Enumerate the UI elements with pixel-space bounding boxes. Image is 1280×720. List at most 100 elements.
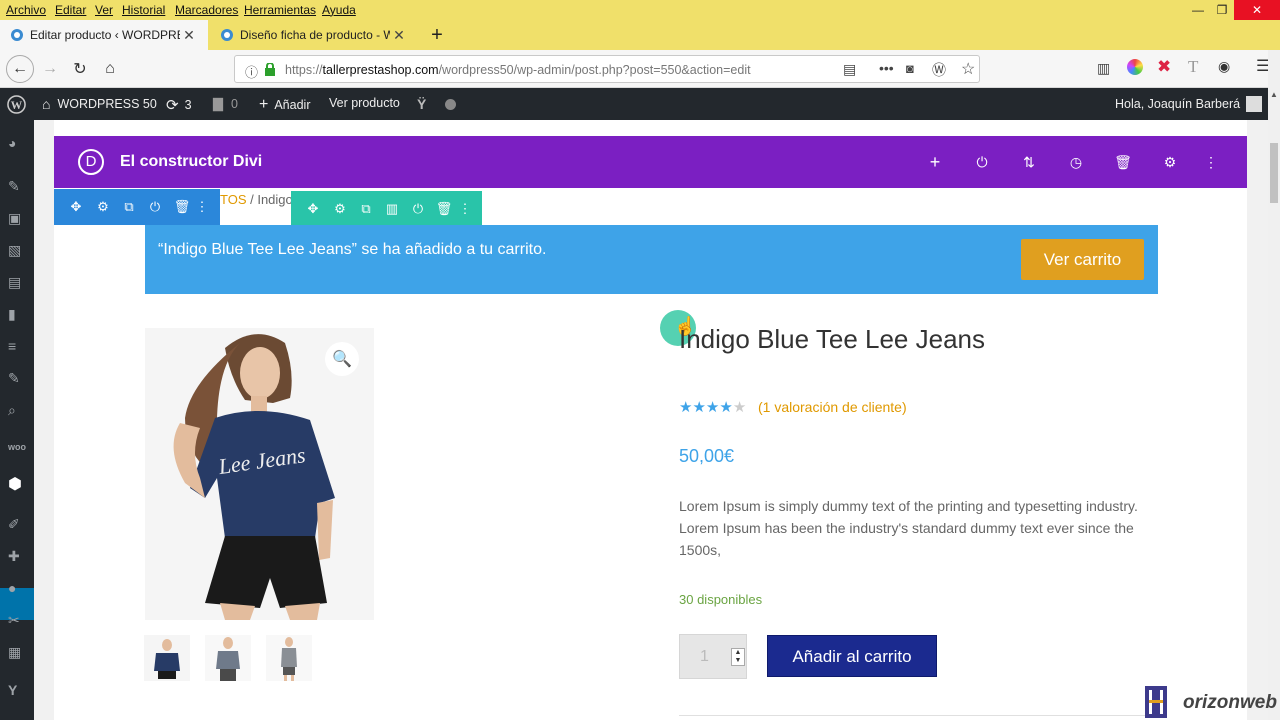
posts-pin-icon[interactable]: ✎ [8, 178, 26, 196]
tools-icon[interactable]: ✂ [8, 612, 26, 630]
product-thumbnail-3[interactable] [266, 635, 312, 681]
view-product-link[interactable]: Ver producto [329, 96, 400, 110]
bookmark-star-icon[interactable]: ☆ [961, 59, 975, 79]
product-thumbnail-2[interactable] [205, 635, 251, 681]
pocket-icon[interactable]: ◙ [906, 61, 914, 76]
quantity-input[interactable]: 1 ▲ ▼ [679, 634, 747, 679]
settings-gear-icon[interactable]: ⚙ [332, 201, 348, 217]
menu-archivo[interactable]: Archivo [6, 3, 46, 17]
tab-close-icon[interactable]: ✕ [390, 27, 408, 44]
info-icon[interactable]: ⓘ [245, 62, 258, 81]
wordpress-logo-icon[interactable]: W [7, 95, 26, 114]
restore-icon[interactable]: ❐ [1210, 0, 1234, 20]
reload-icon[interactable]: ↻ [68, 57, 92, 81]
add-to-cart-button[interactable]: Añadir al carrito [767, 635, 937, 677]
new-tab-icon[interactable]: + [424, 20, 450, 50]
wordpress-ext-icon[interactable]: Ⓦ [932, 60, 946, 80]
font-icon[interactable]: T [1188, 57, 1198, 77]
products-box-icon[interactable]: ⬢ [8, 474, 26, 493]
trash-icon[interactable]: 🗑 [1113, 152, 1133, 172]
projects-icon[interactable]: ▣ [8, 210, 26, 228]
tools-icon[interactable]: ✖ [1157, 57, 1171, 77]
page-actions-icon[interactable]: ••• [879, 60, 894, 76]
menu-historial[interactable]: Historial [122, 3, 165, 17]
product-price: 50,00€ [679, 446, 735, 466]
power-icon[interactable]: ⏻ [410, 201, 426, 217]
users-icon[interactable]: ● [8, 580, 26, 598]
horizonweb-logo-icon [1145, 686, 1167, 718]
move-icon[interactable]: ✥ [305, 201, 321, 217]
scroll-up-icon[interactable]: ▲ [1270, 90, 1278, 99]
comments-link[interactable]: ▇ 0 [213, 96, 238, 112]
view-cart-button[interactable]: Ver carrito [1021, 239, 1144, 280]
stock-status: 30 disponibles [679, 592, 763, 607]
scrollbar-thumb[interactable] [1270, 143, 1278, 203]
updates-link[interactable]: ⟳ 3 [166, 96, 192, 114]
color-picker-icon[interactable] [1127, 59, 1143, 75]
star-icon: ★ [705, 399, 720, 416]
dashboard-icon[interactable]: ◕ [8, 135, 26, 153]
yoast-seo-icon[interactable]: Y [8, 682, 26, 700]
close-window-icon[interactable]: ✕ [1234, 0, 1280, 20]
trash-icon[interactable]: 🗑 [174, 199, 191, 215]
sidebar-icon[interactable]: ▥ [1097, 60, 1110, 77]
yoast-icon[interactable]: Ÿ [417, 96, 426, 112]
row-toolbar: ✥ ⚙ ⧉ ▥ ⏻ 🗑 ⋮ [291, 191, 482, 227]
product-short-description: Lorem Ipsum is simply dummy text of the … [679, 498, 1138, 558]
menu-ayuda[interactable]: Ayuda [322, 3, 356, 17]
menu-herramientas[interactable]: Herramientas [244, 3, 316, 17]
pin-icon[interactable]: ✎ [8, 370, 26, 388]
search-icon[interactable]: ⌕ [8, 402, 26, 420]
more-vertical-icon[interactable]: ⋮ [1201, 152, 1221, 172]
woocommerce-icon[interactable]: woo [8, 442, 26, 460]
comments-icon[interactable]: ▮ [8, 306, 26, 324]
appearance-icon[interactable]: ✐ [8, 516, 26, 534]
pages-icon[interactable]: ▤ [8, 274, 26, 292]
tab-diseno-ficha[interactable]: Diseño ficha de producto - WO ✕ [210, 20, 418, 50]
menu-marcadores[interactable]: Marcadores [175, 3, 238, 17]
breadcrumb-link[interactable]: TOS [220, 192, 247, 207]
sort-arrows-icon[interactable]: ⇅ [1019, 152, 1039, 172]
forward-icon[interactable]: → [38, 57, 62, 81]
add-new-link[interactable]: + Añadir [259, 96, 310, 114]
list-icon[interactable]: ≡ [8, 338, 26, 356]
avatar [1246, 96, 1263, 112]
reader-view-icon[interactable]: ▤ [843, 61, 856, 78]
product-thumbnail-1[interactable] [144, 635, 190, 681]
media-icon[interactable]: ▧ [8, 242, 26, 260]
thumbnail-model-image [205, 635, 251, 681]
user-greeting[interactable]: Hola, Joaquín Barberá [1115, 96, 1263, 112]
vertical-scrollbar[interactable]: ▲ [1268, 50, 1280, 720]
power-icon[interactable]: ⏻ [972, 152, 992, 172]
more-vertical-icon[interactable]: ⋮ [194, 199, 210, 215]
more-vertical-icon[interactable]: ⋮ [457, 201, 473, 217]
site-name-link[interactable]: ⌂ WORDPRESS 50 [42, 96, 157, 112]
plugins-icon[interactable]: ✚ [8, 548, 26, 566]
move-icon[interactable]: ✥ [68, 199, 84, 215]
back-icon[interactable]: ← [6, 55, 34, 83]
divi-builder-bar: D El constructor Divi + ⏻ ⇅ ◷ 🗑 ⚙ ⋮ [54, 136, 1247, 188]
tab-editar-producto[interactable]: Editar producto ‹ WORDPRESS ✕ [0, 20, 208, 50]
star-icon: ★ [692, 399, 706, 416]
account-icon[interactable]: ◉ [1218, 58, 1230, 75]
reviews-link[interactable]: (1 valoración de cliente) [758, 399, 907, 415]
menu-editar[interactable]: Editar [55, 3, 86, 17]
quantity-spinner-icon[interactable]: ▲ ▼ [731, 648, 745, 666]
duplicate-icon[interactable]: ⧉ [358, 201, 374, 217]
settings-icon[interactable]: ▦ [8, 644, 26, 662]
divider [679, 715, 1159, 716]
tab-close-icon[interactable]: ✕ [180, 27, 198, 44]
duplicate-icon[interactable]: ⧉ [121, 199, 137, 215]
minimize-icon[interactable]: — [1186, 0, 1210, 20]
home-icon[interactable]: ⌂ [98, 57, 122, 81]
power-icon[interactable]: ⏻ [147, 199, 163, 215]
zoom-search-icon[interactable]: 🔍 [325, 342, 359, 376]
menu-ver[interactable]: Ver [95, 3, 113, 17]
settings-gear-icon[interactable]: ⚙ [1160, 152, 1180, 172]
address-bar[interactable]: ⓘ https://tallerprestashop.com/wordpress… [234, 55, 980, 83]
trash-icon[interactable]: 🗑 [436, 201, 453, 217]
settings-gear-icon[interactable]: ⚙ [95, 199, 111, 215]
add-module-icon[interactable]: + [925, 152, 945, 172]
columns-icon[interactable]: ▥ [384, 201, 400, 217]
history-clock-icon[interactable]: ◷ [1066, 152, 1086, 172]
